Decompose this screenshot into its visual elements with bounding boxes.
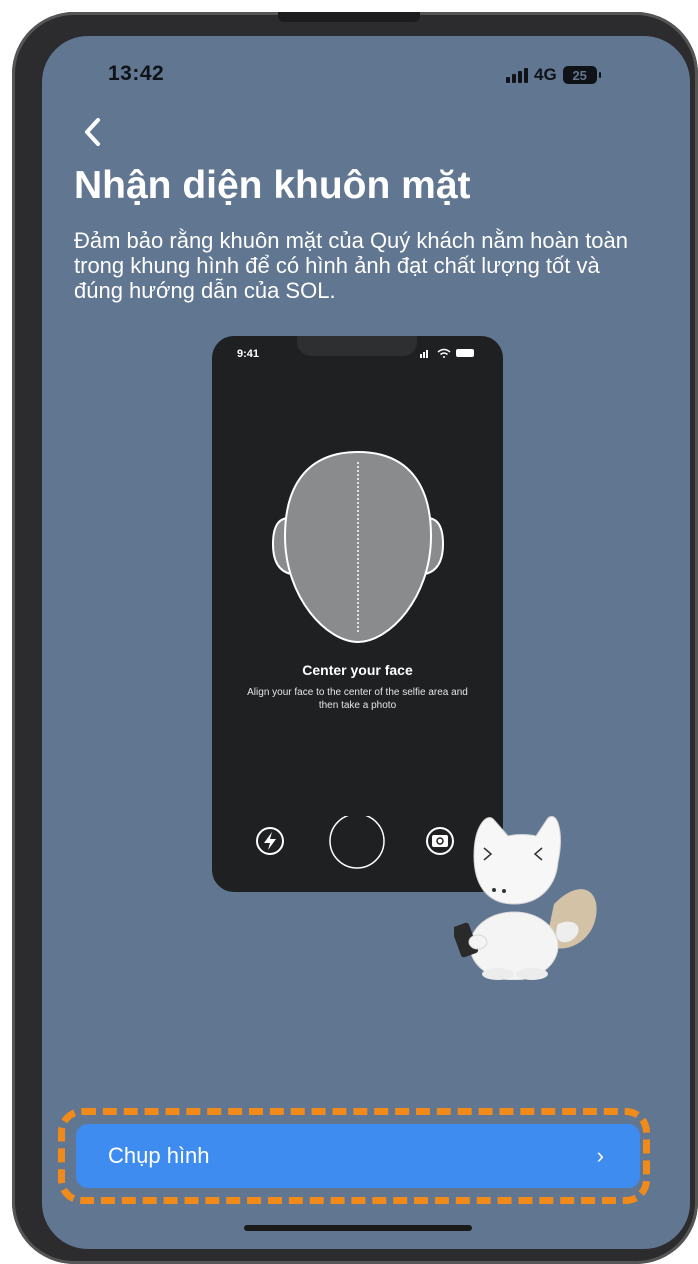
screen: 13:42 4G 25 Nhận diện khuôn mặt Đảm bảo … (42, 36, 690, 1249)
back-button[interactable] (78, 114, 108, 150)
capture-button-label: Chụp hình (108, 1143, 210, 1168)
battery-icon: 25 (562, 66, 601, 84)
phone-illustration: 9:41 Center your face Align your face to… (212, 336, 503, 892)
illustration-subtitle: Align your face to the center of the sel… (247, 687, 468, 711)
home-indicator[interactable] (244, 1225, 472, 1231)
page-description: Đảm bảo rằng khuôn mặt của Quý khách nằm… (74, 228, 629, 303)
illustration-status-icons (420, 348, 474, 358)
status-time: 13:42 (108, 62, 165, 85)
page-title: Nhận diện khuôn mặt (74, 164, 471, 207)
illustration-heading: Center your face (302, 662, 413, 678)
mascot-fox-illustration (454, 815, 597, 980)
flash-icon (256, 827, 284, 855)
signal-icon (506, 67, 528, 83)
shutter-icon (329, 816, 385, 869)
capture-photo-button[interactable]: Chụp hình › (76, 1124, 640, 1188)
phone-notch (278, 12, 420, 22)
illustration-notch (297, 336, 417, 356)
illustration-time: 9:41 (237, 348, 260, 360)
network-type: 4G (534, 65, 557, 84)
chevron-left-icon (85, 118, 100, 146)
face-outline-icon (271, 450, 445, 644)
chevron-right-icon: › (596, 1143, 604, 1168)
switch-camera-icon (426, 827, 454, 855)
status-indicators: 4G 25 (506, 64, 601, 86)
